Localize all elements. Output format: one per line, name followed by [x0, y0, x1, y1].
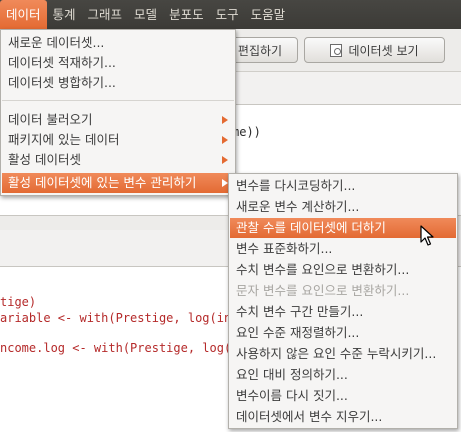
menu-item-bin-numeric-variable[interactable]: 수치 변수 구간 만들기...: [230, 302, 456, 322]
menu-item-label: 사용하지 않은 요인 수준 누락시키기...: [236, 346, 437, 361]
menu-graphs[interactable]: 그래프: [82, 0, 129, 29]
menu-item-label: 활성 데이터셋에 있는 변수 관리하기: [8, 175, 197, 190]
menu-data[interactable]: 데이터: [0, 0, 47, 29]
menu-item-label: 변수이름 다시 짓기...: [236, 388, 348, 403]
menu-item-label: 수치 변수 구간 만들기...: [236, 304, 364, 319]
menu-item-label: 데이터셋 병합하기...: [8, 75, 116, 90]
menu-item-label: 관찰 수를 데이터셋에 더하기: [236, 220, 386, 235]
menu-item-reorder-factor-levels[interactable]: 요인 수준 재정렬하기...: [230, 323, 456, 343]
menu-item-active-dataset[interactable]: 활성 데이터셋: [2, 150, 234, 170]
output-line: tige): [0, 295, 37, 309]
data-menu: 새로운 데이터셋... 데이터셋 적재하기... 데이터셋 병합하기... 데이…: [0, 29, 236, 196]
menu-item-data-in-packages[interactable]: 패키지에 있는 데이터: [2, 130, 234, 150]
menu-item-import-data[interactable]: 데이터 불러오기: [2, 110, 234, 130]
view-dataset-icon: [330, 43, 343, 57]
menu-item-define-contrasts[interactable]: 요인 대비 정의하기...: [230, 365, 456, 385]
menubar: 데이터 통계 그래프 모델 분포도 도구 도움말: [0, 0, 461, 29]
submenu-arrow-icon: [222, 116, 228, 124]
menu-item-label: 문자 변수를 요인으로 변환하기...: [236, 283, 410, 298]
edit-label: 편집하기: [237, 43, 283, 58]
menu-item-character-to-factor: 문자 변수를 요인으로 변환하기...: [230, 281, 456, 301]
menu-item-label: 변수를 다시코딩하기...: [236, 178, 356, 193]
menu-tools[interactable]: 도구: [210, 0, 245, 29]
submenu-arrow-icon: [222, 136, 228, 144]
menu-item-compute-variable[interactable]: 새로운 변수 계산하기...: [230, 197, 456, 217]
menu-models[interactable]: 모델: [128, 0, 163, 29]
menu-item-numeric-to-factor[interactable]: 수치 변수를 요인으로 변환하기...: [230, 260, 456, 280]
menu-item-label: 새로운 변수 계산하기...: [236, 199, 360, 214]
submenu-arrow-icon: [222, 156, 228, 164]
script-line: me)): [232, 125, 261, 139]
menu-help[interactable]: 도움말: [245, 0, 292, 29]
menu-item-label: 수치 변수를 요인으로 변환하기...: [236, 262, 410, 277]
menu-item-load-dataset[interactable]: 데이터셋 적재하기...: [2, 53, 234, 73]
menu-item-recode-variables[interactable]: 변수를 다시코딩하기...: [230, 176, 456, 196]
menu-statistics[interactable]: 통계: [47, 0, 82, 29]
menu-item-merge-datasets[interactable]: 데이터셋 병합하기...: [2, 73, 234, 93]
menu-item-label: 데이터셋에서 변수 지우기...: [236, 409, 383, 424]
output-line: ariable <- with(Prestige, log(inc: [0, 311, 239, 325]
menu-separator: [2, 100, 234, 101]
view-dataset-button[interactable]: 데이터셋 보기: [304, 37, 445, 63]
menu-item-label: 패키지에 있는 데이터: [8, 132, 120, 147]
menu-item-rename-variables[interactable]: 변수이름 다시 짓기...: [230, 386, 456, 406]
menu-item-label: 요인 대비 정의하기...: [236, 367, 348, 382]
mouse-pointer-icon: [420, 225, 434, 246]
menu-item-label: 데이터 불러오기: [8, 112, 93, 127]
menu-item-label: 데이터셋 적재하기...: [8, 55, 116, 70]
view-label: 데이터셋 보기: [348, 43, 419, 58]
menu-item-label: 요인 수준 재정렬하기...: [236, 325, 360, 340]
manage-variables-submenu: 변수를 다시코딩하기... 새로운 변수 계산하기... 관찰 수를 데이터셋에…: [228, 173, 458, 429]
menu-item-label: 새로운 데이터셋...: [8, 35, 105, 50]
menu-item-manage-variables[interactable]: 활성 데이터셋에 있는 변수 관리하기: [2, 173, 234, 193]
menu-item-label: 활성 데이터셋: [8, 152, 81, 167]
output-line: ncome.log <- with(Prestige, log(i: [0, 341, 239, 355]
menu-item-delete-variables[interactable]: 데이터셋에서 변수 지우기...: [230, 407, 456, 427]
menu-item-label: 변수 표준화하기...: [236, 241, 333, 256]
menu-distributions[interactable]: 분포도: [163, 0, 210, 29]
menu-item-new-dataset[interactable]: 새로운 데이터셋...: [2, 33, 234, 53]
menu-item-drop-unused-levels[interactable]: 사용하지 않은 요인 수준 누락시키기...: [230, 344, 456, 364]
